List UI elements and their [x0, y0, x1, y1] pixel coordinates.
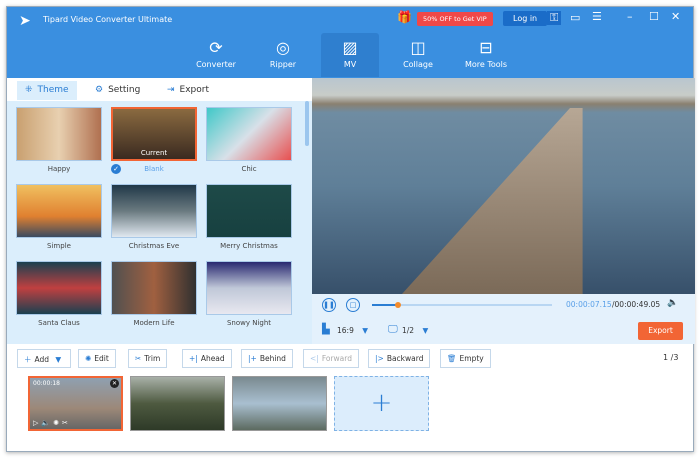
ahead-label: Ahead — [200, 354, 225, 363]
nav-label: MV — [343, 60, 357, 69]
clip-3[interactable] — [232, 376, 327, 431]
page-total: 3 — [673, 353, 679, 362]
theme-label: Blank — [144, 165, 164, 173]
menu-icon[interactable]: ☰ — [592, 10, 602, 23]
theme-label: Happy — [47, 165, 71, 173]
total-time: /00:00:49.05 — [612, 300, 661, 309]
disc-icon: ◎ — [276, 38, 290, 57]
empty-button[interactable]: 🗑 Empty — [440, 349, 491, 368]
edit-button[interactable]: ✺ Edit — [78, 349, 116, 368]
theme-chic[interactable] — [206, 107, 292, 161]
screen-select[interactable]: 1/2 ▼ — [402, 326, 428, 335]
close-icon[interactable]: ✕ — [671, 10, 680, 23]
nav-converter[interactable]: ⟳ Converter — [187, 33, 245, 77]
theme-modern-life[interactable] — [111, 261, 197, 315]
title-bar: ➤ Tipard Video Converter Ultimate 🎁 50% … — [7, 7, 693, 78]
aspect-ratio-icon: ▙ — [322, 324, 330, 335]
progress-track[interactable] — [372, 302, 552, 308]
nav-more-tools[interactable]: ⊟ More Tools — [457, 33, 515, 77]
theme-label: Merry Christmas — [220, 242, 278, 250]
gift-icon[interactable]: 🎁 — [397, 10, 412, 24]
nav-label: More Tools — [464, 60, 508, 69]
monitor-icon: 🖵 — [388, 324, 398, 335]
app-window: ➤ Tipard Video Converter Ultimate 🎁 50% … — [6, 6, 695, 452]
tab-label: Export — [179, 85, 210, 95]
tab-label: Theme — [37, 85, 69, 95]
vip-promo-button[interactable]: 50% OFF to Get VIP — [417, 12, 493, 26]
panel-tabs: ⁜ Theme ⚙ Setting ⇥ Export — [7, 78, 312, 101]
theme-label: Snowy Night — [226, 319, 272, 327]
logo-icon: ➤ — [19, 13, 31, 29]
key-icon[interactable]: ⚿ — [547, 11, 562, 25]
toolbox-icon: ⊟ — [479, 38, 493, 57]
progress-handle[interactable] — [395, 302, 402, 308]
aspect-ratio-select[interactable]: 16:9 ▼ — [337, 326, 368, 335]
clip-duration: 00:00:18 — [33, 380, 60, 387]
volume-icon[interactable]: 🔈 — [667, 298, 678, 308]
theme-label: Christmas Eve — [128, 242, 180, 250]
tab-setting[interactable]: ⚙ Setting — [87, 81, 148, 100]
pause-icon[interactable]: ❚❚ — [322, 298, 336, 312]
theme-santa-claus[interactable] — [16, 261, 102, 315]
add-button[interactable]: ＋ Add ▼ — [17, 349, 72, 368]
nav-collage[interactable]: ◫ Collage — [389, 33, 447, 77]
backward-label: Backward — [386, 354, 424, 363]
forward-button[interactable]: <| Forward — [303, 349, 359, 368]
converter-icon: ⟳ — [209, 38, 223, 57]
current-time: 00:00:07.15 — [566, 300, 612, 309]
behind-label: Behind — [259, 354, 286, 363]
edit-label: Edit — [94, 354, 109, 363]
theme-merry-christmas[interactable] — [206, 184, 292, 238]
theme-panel: ⁜ Theme ⚙ Setting ⇥ Export Happy ✓ Current Bla… — [7, 78, 312, 344]
remove-clip-icon[interactable]: ✕ — [110, 379, 119, 388]
nav-label: Ripper — [269, 60, 297, 69]
mv-icon: ▨ — [342, 38, 358, 57]
collage-icon: ◫ — [410, 38, 426, 57]
page-indicator: 1 /3 — [663, 353, 679, 362]
trim-label: Trim — [144, 354, 161, 363]
theme-blank[interactable]: Current — [111, 107, 197, 161]
login-button[interactable]: Log in — [503, 11, 548, 26]
behind-button[interactable]: |+ Behind — [241, 349, 293, 368]
aspect-value: 16:9 — [337, 326, 354, 335]
theme-christmas-eve[interactable] — [111, 184, 197, 238]
add-clip-button[interactable]: + — [334, 376, 429, 431]
maximize-icon[interactable]: ☐ — [649, 10, 659, 23]
empty-label: Empty — [459, 354, 484, 363]
export-button[interactable]: Export — [638, 322, 683, 340]
tab-export[interactable]: ⇥ Export — [159, 81, 217, 100]
theme-snowy-night[interactable] — [206, 261, 292, 315]
clip-actions-icons[interactable]: ▷🔈✺✂ — [33, 419, 71, 427]
forward-label: Forward — [321, 354, 352, 363]
stop-icon[interactable]: □ — [346, 298, 360, 312]
trim-button[interactable]: ✂ Trim — [128, 349, 168, 368]
tab-theme[interactable]: ⁜ Theme — [17, 81, 77, 100]
app-title: Tipard Video Converter Ultimate — [43, 15, 173, 24]
theme-happy[interactable] — [16, 107, 102, 161]
chat-icon[interactable]: ▭ — [570, 11, 580, 24]
minimize-icon[interactable]: – — [627, 10, 633, 23]
theme-label: Simple — [47, 242, 71, 250]
theme-label: Chic — [241, 165, 257, 173]
tab-label: Setting — [108, 85, 141, 95]
theme-label: Modern Life — [133, 319, 175, 327]
scrollbar[interactable] — [305, 101, 309, 146]
theme-simple[interactable] — [16, 184, 102, 238]
page-current: 1 — [663, 353, 669, 362]
nav-ripper[interactable]: ◎ Ripper — [254, 33, 312, 77]
add-label: Add — [34, 355, 50, 364]
nav-label: Collage — [403, 60, 433, 69]
clip-1[interactable]: 00:00:18 ✕ ▷🔈✺✂ — [28, 376, 123, 431]
backward-button[interactable]: |> Backward — [368, 349, 431, 368]
ahead-button[interactable]: +| Ahead — [182, 349, 232, 368]
clip-2[interactable] — [130, 376, 225, 431]
nav-label: Converter — [196, 60, 236, 69]
player-controls: ❚❚ □ 00:00:07.15 /00:00:49.05 🔈 ▙ 16:9 ▼… — [312, 294, 695, 344]
nav-mv[interactable]: ▨ MV — [321, 33, 379, 77]
theme-label: Santa Claus — [38, 319, 80, 327]
video-preview — [312, 78, 695, 294]
pier-image — [402, 108, 583, 294]
screen-value: 1/2 — [402, 326, 415, 335]
current-badge: Current — [140, 149, 168, 157]
